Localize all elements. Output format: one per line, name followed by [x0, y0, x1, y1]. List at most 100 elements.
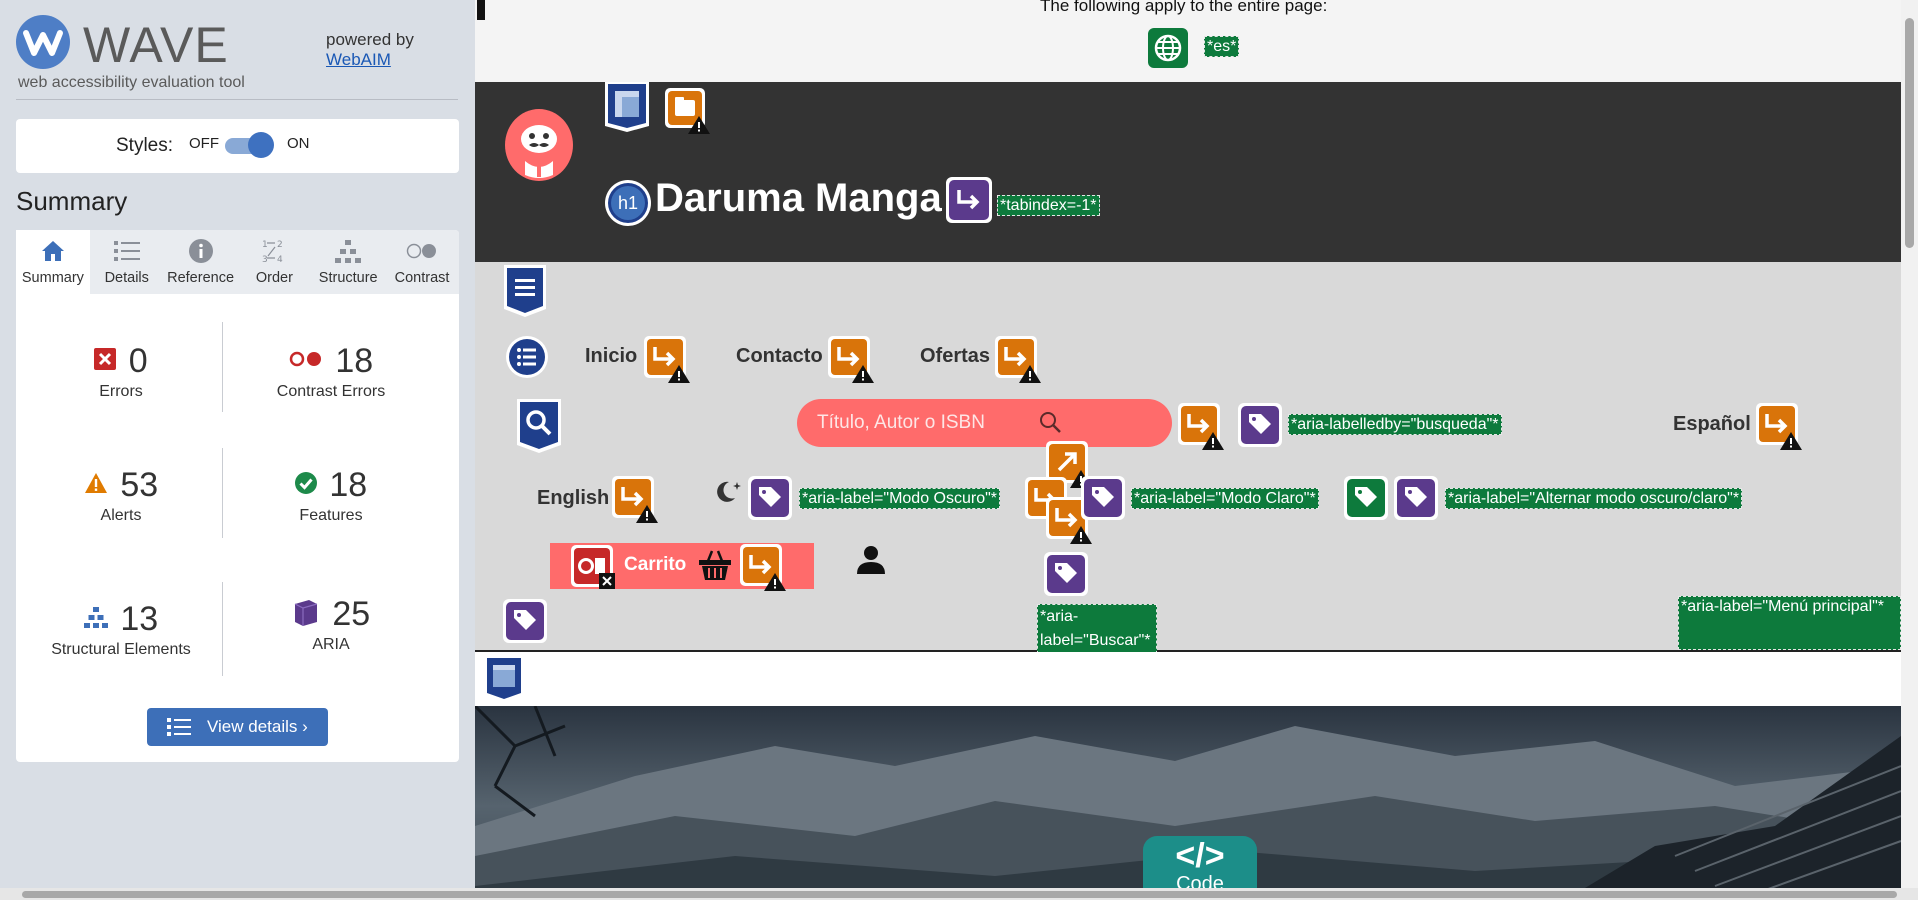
- alert-link-icon[interactable]: [739, 543, 787, 591]
- view-details-button[interactable]: View details ›: [147, 708, 328, 746]
- stat-errors[interactable]: 0 Errors: [16, 342, 226, 401]
- alert-link-icon[interactable]: [1755, 402, 1803, 450]
- structure-icon: [83, 606, 108, 633]
- page-marker: [477, 0, 485, 20]
- lang-english-link[interactable]: English: [537, 487, 609, 510]
- aria-label-tag-icon[interactable]: [1080, 475, 1126, 521]
- daruma-logo-icon: [503, 105, 575, 181]
- contrast-errors-count: 18: [335, 342, 374, 380]
- alert-link-icon[interactable]: [994, 335, 1042, 383]
- structural-count: 13: [120, 600, 159, 638]
- stat-contrast-errors[interactable]: 18 Contrast Errors: [226, 342, 436, 401]
- tab-label: Structure: [318, 270, 378, 286]
- structure-icon: [311, 238, 385, 264]
- tab-details[interactable]: Details: [90, 230, 164, 294]
- aria-label-tag-icon[interactable]: [747, 475, 793, 521]
- code-label: Code: [1176, 873, 1224, 888]
- cart-button[interactable]: Carrito: [550, 543, 814, 591]
- search-input[interactable]: Título, Autor o ISBN: [797, 399, 1172, 447]
- alert-link-icon[interactable]: [643, 335, 691, 383]
- aria-buscar-tag: *aria-label="Buscar"*: [1037, 604, 1157, 654]
- styles-label: Styles:: [116, 135, 174, 156]
- header-region-icon[interactable]: [602, 82, 652, 132]
- styles-toggle-knob[interactable]: [248, 132, 274, 158]
- styles-on-label: ON: [287, 135, 310, 152]
- search-icon[interactable]: [1039, 411, 1063, 440]
- alerts-label: Alerts: [100, 507, 142, 524]
- list-icon: [90, 238, 164, 264]
- aria-label-tag-icon[interactable]: [502, 598, 548, 644]
- svg-text:2: 2: [277, 240, 283, 250]
- tab-contrast[interactable]: Contrast: [385, 230, 459, 294]
- alert-icon: [84, 472, 108, 499]
- horizontal-scroll-thumb[interactable]: [22, 891, 1897, 898]
- basket-icon: [698, 549, 732, 581]
- nav-contacto[interactable]: Contacto: [736, 345, 823, 368]
- page-level-strip: The following apply to the entire page: …: [475, 0, 1901, 82]
- aria-label-tag-icon[interactable]: [1043, 551, 1089, 597]
- main-region-band: [475, 652, 1901, 706]
- aria-modo-oscuro-tag: *aria-label="Modo Oscuro"*: [799, 488, 1001, 509]
- cart-label: Carrito: [624, 554, 687, 575]
- wave-sidebar: WAVE web accessibility evaluation tool p…: [0, 0, 475, 900]
- tab-reference[interactable]: Reference: [164, 230, 238, 294]
- site-navigation: Inicio Contacto Ofertas: [475, 262, 1901, 650]
- alert-link-icon[interactable]: [827, 335, 875, 383]
- summary-heading: Summary: [16, 186, 128, 216]
- main-region-icon[interactable]: [482, 655, 526, 703]
- feature-check-icon: [294, 472, 317, 499]
- site-title: Daruma Manga: [655, 176, 942, 220]
- alert-redundant-link-icon[interactable]: [663, 86, 711, 134]
- moon-icon[interactable]: [717, 478, 743, 504]
- tab-order[interactable]: 1234 Order: [237, 230, 311, 294]
- styles-toggle-box: Styles: OFF ON: [16, 119, 459, 173]
- nav-inicio[interactable]: Inicio: [585, 345, 637, 368]
- aria-label: ARIA: [312, 636, 350, 653]
- tab-label: Contrast: [394, 270, 450, 286]
- aria-label-tag-icon[interactable]: [1237, 402, 1283, 448]
- tab-summary[interactable]: Summary: [16, 230, 90, 294]
- svg-text:4: 4: [277, 255, 283, 264]
- language-globe-icon[interactable]: [1148, 28, 1188, 68]
- sidebar-divider: [16, 99, 458, 100]
- aria-tabindex-icon[interactable]: [945, 176, 993, 224]
- contrast-icon: [385, 238, 459, 264]
- aria-label-tag-icon[interactable]: [1393, 475, 1439, 521]
- alert-link-icon[interactable]: [1177, 402, 1225, 450]
- structural-label: Structural Elements: [51, 641, 191, 658]
- aria-menu-principal-tag: *aria-label="Menú principal"*: [1678, 596, 1901, 650]
- horizontal-scrollbar[interactable]: [0, 888, 1918, 900]
- tab-label: Reference: [167, 270, 235, 286]
- stat-aria[interactable]: 25 ARIA: [226, 595, 436, 654]
- aria-modo-claro-tag: *aria-label="Modo Claro"*: [1131, 488, 1319, 509]
- wave-tagline: web accessibility evaluation tool: [18, 74, 245, 91]
- page-apply-text: The following apply to the entire page:: [1040, 0, 1328, 15]
- vertical-scroll-thumb[interactable]: [1905, 18, 1914, 248]
- errors-count: 0: [128, 342, 148, 380]
- view-details-label: View details ›: [207, 717, 308, 736]
- list-icon: [167, 717, 191, 742]
- nav-region-icon[interactable]: [502, 265, 548, 317]
- code-toggle-button[interactable]: </> Code: [1143, 836, 1257, 888]
- lang-espanol-link[interactable]: Español: [1673, 413, 1751, 436]
- alert-link-icon[interactable]: [611, 475, 659, 523]
- search-region-icon[interactable]: [515, 399, 563, 453]
- vertical-scrollbar[interactable]: [1901, 0, 1918, 888]
- feature-label-tag-icon[interactable]: [1343, 475, 1389, 521]
- order-icon: 1234: [237, 238, 311, 264]
- webaim-link[interactable]: WebAIM: [326, 50, 414, 70]
- features-label: Features: [299, 507, 363, 524]
- tab-label: Order: [255, 270, 293, 286]
- tab-structure[interactable]: Structure: [311, 230, 385, 294]
- info-icon: [164, 238, 238, 264]
- user-account-icon[interactable]: [855, 544, 887, 576]
- stat-structural[interactable]: 13 Structural Elements: [16, 600, 226, 659]
- aria-labelledby-tag: *aria-labelledby="busqueda"*: [1288, 414, 1502, 435]
- stat-features[interactable]: 18 Features: [226, 466, 436, 525]
- stat-alerts[interactable]: 53 Alerts: [16, 466, 226, 525]
- nav-ofertas[interactable]: Ofertas: [920, 345, 990, 368]
- unordered-list-icon[interactable]: [505, 335, 549, 379]
- errors-label: Errors: [99, 383, 143, 400]
- aria-alternar-tag: *aria-label="Alternar modo oscuro/claro"…: [1445, 488, 1743, 509]
- contrast-error-badge-icon[interactable]: [571, 545, 617, 591]
